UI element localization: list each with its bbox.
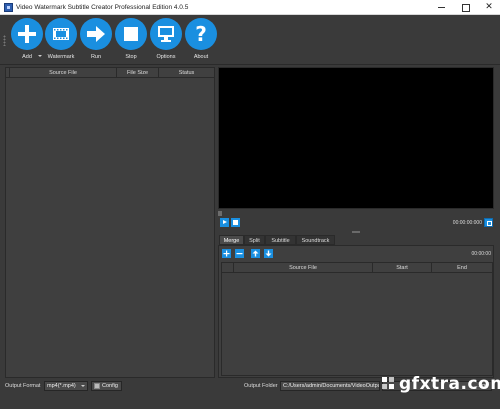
watermark-text: gfxtra.com [399, 374, 500, 394]
play-button[interactable] [220, 218, 229, 227]
add-dropdown-arrow-icon[interactable] [38, 55, 42, 57]
config-label: Config [102, 383, 118, 389]
output-format-label: Output Format [5, 383, 41, 389]
snapshot-icon[interactable] [484, 218, 493, 227]
question-icon: ? [185, 18, 217, 50]
maximize-button[interactable] [455, 0, 477, 15]
window-title: Video Watermark Subtitle Creator Profess… [16, 4, 189, 11]
seek-bar[interactable] [218, 210, 494, 216]
close-button[interactable]: ✕ [478, 0, 500, 15]
gfxtra-logo-icon [382, 377, 394, 389]
remove-clip-button[interactable] [235, 249, 244, 258]
tab-split[interactable]: Split [244, 235, 265, 245]
column-merge-source-file[interactable]: Source File [234, 263, 373, 273]
output-folder-label: Output Folder [244, 383, 278, 389]
film-icon [45, 18, 77, 50]
column-source-file[interactable]: Source File [10, 68, 117, 78]
video-preview [218, 67, 494, 209]
column-status[interactable]: Status [159, 68, 214, 78]
plus-icon [11, 18, 43, 50]
monitor-icon [150, 18, 182, 50]
file-list-header: Source File File Size Status [6, 68, 214, 78]
title-bar: Video Watermark Subtitle Creator Profess… [0, 0, 500, 15]
splitter-handle[interactable] [352, 231, 360, 233]
merge-clip-table: Source File Start End [221, 262, 493, 376]
playback-time: 00:00:00:000 [452, 220, 482, 226]
output-folder-field[interactable]: C:/Users/admin/Documents/VideoOutput [280, 381, 380, 391]
minimize-button[interactable] [431, 0, 453, 15]
merge-total-time: 00:00:00 [471, 251, 491, 257]
file-list-panel: Source File File Size Status [5, 67, 215, 378]
column-end[interactable]: End [432, 263, 492, 273]
stop-icon [115, 18, 147, 50]
arrow-right-icon [80, 18, 112, 50]
column-file-size[interactable]: File Size [117, 68, 159, 78]
svg-text:?: ? [195, 22, 207, 46]
about-button[interactable]: ? About [183, 18, 219, 63]
output-format-value: mp4(*.mp4) [47, 383, 76, 389]
move-up-button[interactable] [251, 249, 260, 258]
watermark-overlay: gfxtra.com [378, 370, 500, 398]
tab-merge[interactable]: Merge [219, 235, 244, 245]
move-down-button[interactable] [264, 249, 273, 258]
toolbar-grip-icon[interactable] [3, 35, 6, 46]
app-icon [4, 3, 13, 12]
tab-soundtrack[interactable]: Soundtrack [296, 235, 335, 245]
output-format-select[interactable]: mp4(*.mp4) [44, 381, 88, 391]
chevron-down-icon [81, 385, 85, 387]
seek-handle[interactable] [218, 211, 222, 216]
about-label: About [193, 54, 209, 60]
toolbar: Add Watermark Run Stop Options ? About [0, 15, 500, 65]
config-icon [94, 383, 100, 389]
plus-icon [223, 250, 230, 257]
column-start[interactable]: Start [373, 263, 432, 273]
stop-playback-button[interactable] [231, 218, 240, 227]
tab-subtitle[interactable]: Subtitle [265, 235, 296, 245]
config-button[interactable]: Config [91, 381, 122, 391]
arrow-down-icon [265, 250, 272, 257]
add-clip-button[interactable] [222, 249, 231, 258]
minus-icon [236, 253, 243, 255]
arrow-up-icon [252, 250, 259, 257]
